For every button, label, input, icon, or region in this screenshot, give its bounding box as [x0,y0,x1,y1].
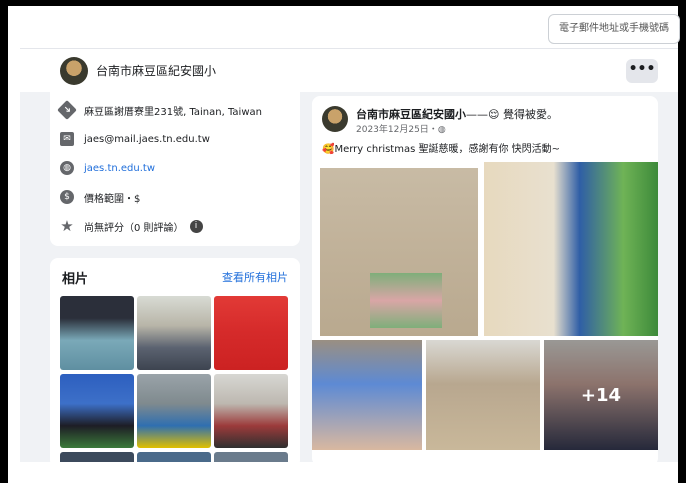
price-row: $ 價格範圍・$ [60,187,140,207]
post-card: 台南市麻豆區紀安國小——😌 覺得被愛。 2023年12月25日・◍ 🥰Merry… [312,96,658,466]
price-icon: $ [60,190,74,204]
post-author-avatar[interactable] [322,106,348,132]
page-avatar[interactable] [60,57,88,85]
intro-card: ➔ 麻豆區謝厝寮里231號, Tainan, Taiwan ✉ jaes@mai… [50,92,300,246]
bottom-bar [20,462,678,483]
email-text[interactable]: jaes@mail.jaes.tn.edu.tw [84,134,210,145]
rating-row: ★ 尚無評分（0 則評論） i [60,216,203,236]
post-feeling: ——😌 覺得被愛。 [466,108,558,121]
price-text: 價格範圍・$ [84,193,141,205]
photo-thumb[interactable] [60,296,134,370]
rating-text: 尚無評分（0 則評論） [84,222,184,234]
email-row: ✉ jaes@mail.jaes.tn.edu.tw [60,129,210,149]
page-title[interactable]: 台南市麻豆區紀安國小 [96,62,216,79]
frame-top [0,0,686,6]
photo-thumb[interactable] [60,374,134,448]
star-icon: ★ [60,217,74,235]
login-field-button[interactable]: 電子郵件地址或手機號碼 [548,14,680,44]
photos-title: 相片 [62,272,89,287]
post-author-name[interactable]: 台南市麻豆區紀安國小 [356,108,466,121]
post-date-text[interactable]: 2023年12月25日・ [356,125,438,135]
photo-thumb[interactable] [137,296,211,370]
post-text: 🥰Merry christmas 聖誕慈暖，感謝有你 快閃活動~ [322,144,561,155]
photo-thumb[interactable] [137,374,211,448]
frame-left [0,0,8,483]
address-text: 麻豆區謝厝寮里231號, Tainan, Taiwan [84,106,262,118]
location-icon: ➔ [57,100,77,120]
post-date[interactable]: 2023年12月25日・◍ [356,122,446,135]
mail-icon: ✉ [60,132,74,146]
see-all-photos-link[interactable]: 查看所有相片 [222,269,288,285]
post-image[interactable] [320,168,478,336]
website-link[interactable]: jaes.tn.edu.tw [84,163,155,174]
globe-icon: ◍ [60,161,74,175]
tree-shape [370,273,442,328]
photo-thumb[interactable] [214,374,288,448]
page-header: 台南市麻豆區紀安國小 ••• [20,48,678,93]
post-author[interactable]: 台南市麻豆區紀安國小——😌 覺得被愛。 [356,106,558,122]
globe-icon: ◍ [437,125,446,135]
more-photos-count[interactable]: +14 [544,340,658,450]
post-image[interactable] [426,340,540,450]
post-image[interactable] [312,340,422,450]
photo-thumb[interactable] [214,296,288,370]
frame-right [678,0,686,483]
more-photos-image[interactable]: +14 [544,340,658,450]
address-row: ➔ 麻豆區謝厝寮里231號, Tainan, Taiwan [57,100,262,120]
website-row: ◍ jaes.tn.edu.tw [60,158,155,178]
more-options-button[interactable]: ••• [626,59,658,83]
photos-card: 相片 查看所有相片 [50,258,300,468]
info-icon[interactable]: i [189,219,203,233]
post-image[interactable] [484,162,658,336]
